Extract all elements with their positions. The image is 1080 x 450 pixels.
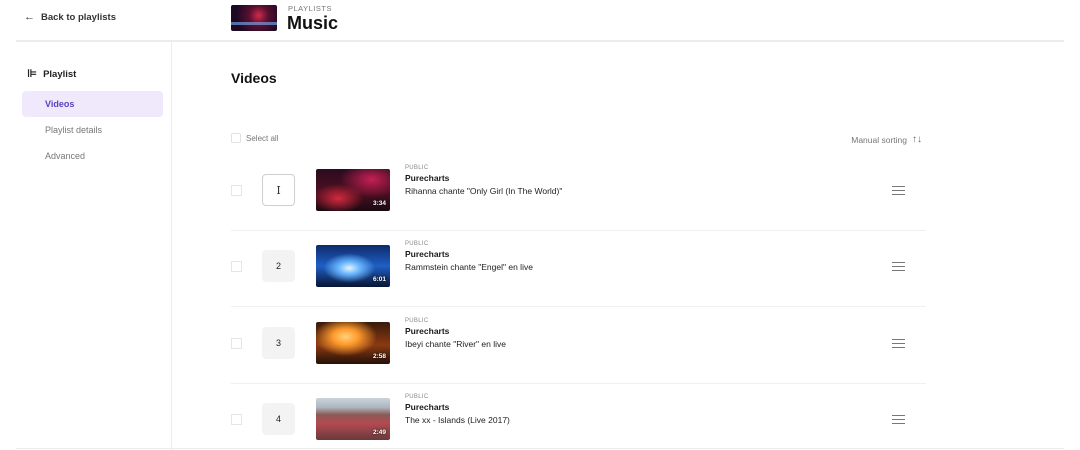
header-kicker: PLAYLISTS (288, 4, 332, 13)
sorting-dropdown[interactable]: Manual sorting ↑↓ (851, 134, 922, 145)
video-visibility: PUBLIC (405, 394, 429, 400)
video-channel: Purecharts (405, 326, 450, 336)
select-all-checkbox[interactable] (231, 133, 241, 143)
sidebar-divider (171, 42, 172, 450)
video-duration: 2:49 (372, 429, 386, 436)
video-row: 2 6:01 PUBLIC Purecharts Rammstein chant… (231, 231, 926, 307)
page-title: Music (287, 13, 339, 33)
drag-handle-icon[interactable] (892, 186, 905, 196)
row-checkbox[interactable] (231, 414, 242, 425)
video-thumbnail[interactable]: 3:34 (316, 169, 390, 211)
video-thumbnail[interactable]: 6:01 (316, 245, 390, 287)
drag-handle-icon[interactable] (892, 262, 905, 272)
row-checkbox[interactable] (231, 338, 242, 349)
bottom-divider (16, 448, 1064, 449)
sort-arrows-icon: ↑↓ (912, 134, 922, 145)
video-title: Rihanna chante "Only Girl (In The World)… (405, 186, 563, 196)
drag-handle-icon[interactable] (892, 339, 905, 349)
sorting-label: Manual sorting (851, 134, 907, 145)
video-thumbnail[interactable]: 2:49 (316, 398, 390, 440)
select-all-label: Select all (246, 133, 279, 143)
text-cursor-icon: I (276, 183, 281, 197)
section-title: Videos (231, 70, 277, 86)
video-visibility: PUBLIC (405, 318, 429, 324)
video-row: 3 2:58 PUBLIC Purecharts Ibeyi chante "R… (231, 308, 926, 384)
video-visibility: PUBLIC (405, 165, 429, 171)
order-input[interactable]: I (262, 174, 295, 206)
sidebar-item-label: Videos (45, 99, 75, 109)
video-row: 4 2:49 PUBLIC Purecharts The xx - Island… (231, 384, 926, 450)
sidebar-item-videos[interactable]: Videos (22, 91, 163, 117)
order-input[interactable]: 4 (262, 403, 295, 435)
sidebar-heading: ⊫ Playlist (27, 68, 77, 81)
sidebar-item-playlist-details[interactable]: Playlist details (22, 117, 163, 143)
select-all[interactable]: Select all (231, 133, 278, 143)
video-duration: 2:58 (372, 353, 386, 360)
video-title: Rammstein chante "Engel" en live (405, 262, 533, 272)
sidebar-heading-label: Playlist (43, 69, 77, 80)
sidebar-item-label: Advanced (45, 151, 86, 161)
tree-icon: ⊫ (27, 68, 38, 80)
video-thumbnail[interactable]: 2:58 (316, 322, 390, 364)
row-checkbox[interactable] (231, 261, 242, 272)
row-divider (231, 306, 926, 307)
video-channel: Purecharts (405, 402, 450, 412)
back-link-label: Back to playlists (41, 12, 116, 23)
top-header: ← Back to playlists PLAYLISTS Music (0, 0, 1080, 40)
video-channel: Purecharts (405, 173, 450, 183)
video-title: The xx - Islands (Live 2017) (405, 415, 510, 425)
header-divider (16, 40, 1064, 42)
order-input[interactable]: 2 (262, 250, 295, 282)
back-to-playlists-link[interactable]: ← Back to playlists (24, 11, 116, 24)
sidebar-item-advanced[interactable]: Advanced (22, 143, 163, 169)
sidebar-item-label: Playlist details (45, 125, 103, 135)
row-checkbox[interactable] (231, 185, 242, 196)
playlist-thumbnail (231, 5, 277, 31)
order-input[interactable]: 3 (262, 327, 295, 359)
drag-handle-icon[interactable] (892, 415, 905, 425)
video-title: Ibeyi chante "River" en live (405, 339, 506, 349)
video-channel: Purecharts (405, 249, 450, 259)
video-duration: 6:01 (372, 276, 386, 283)
video-row: I 3:34 PUBLIC Purecharts Rihanna chante … (231, 155, 926, 231)
arrow-left-icon: ← (24, 11, 35, 23)
video-visibility: PUBLIC (405, 241, 429, 247)
video-duration: 3:34 (372, 200, 386, 207)
